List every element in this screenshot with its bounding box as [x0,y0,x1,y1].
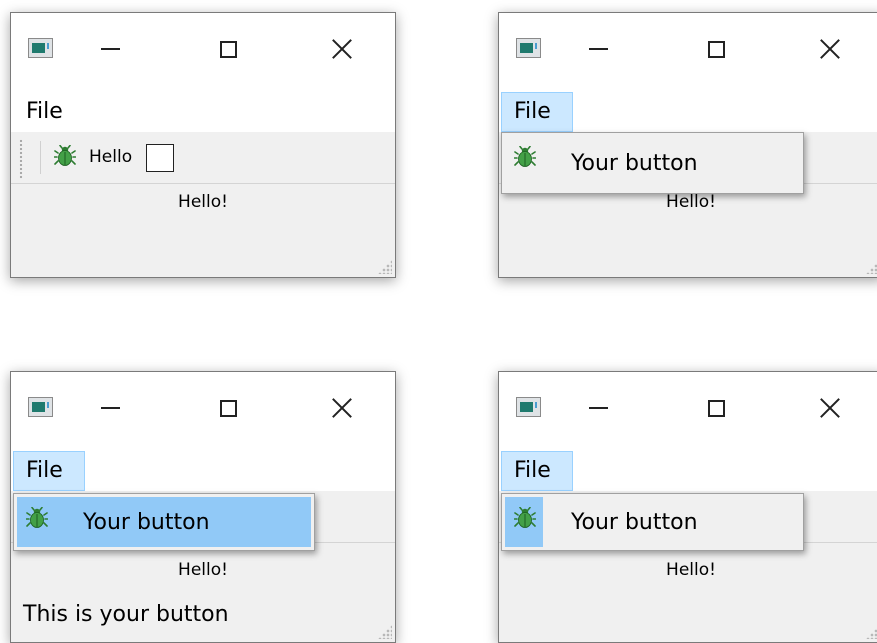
menu-file[interactable]: File [13,451,85,491]
toolbar-grip-handle[interactable] [19,139,23,179]
menu-bar: File [499,86,877,132]
size-grip[interactable] [866,260,877,274]
close-button[interactable] [324,32,360,66]
maximize-icon [219,399,237,417]
file-menu-popup: Your button [501,132,804,194]
menu-item-icon-cell [505,497,543,547]
title-bar[interactable] [11,372,395,445]
menu-item-your-button[interactable]: Your button [505,497,800,547]
toolbar-hello-label[interactable]: Hello [89,146,132,168]
menu-item-icon-cell [505,136,543,190]
menu-file[interactable]: File [501,92,573,132]
minimize-button[interactable] [580,391,616,425]
app-window-4: File Hello! Your button [498,371,877,643]
app-window-icon [28,397,53,417]
app-window-icon [516,397,541,417]
menu-item-your-button[interactable]: Your button [505,136,800,190]
toolbar: Hello [11,132,395,184]
menu-item-label: Your button [571,151,698,176]
title-bar[interactable] [499,13,877,86]
maximize-button[interactable] [698,32,734,66]
size-grip[interactable] [866,625,877,639]
app-window-1: File Hello Hello! [10,12,396,278]
toolbar-checkbox[interactable] [146,144,174,172]
close-icon [819,38,841,60]
maximize-icon [707,40,725,58]
menu-item-your-button[interactable]: Your button [17,497,311,547]
menu-item-label: Your button [571,510,698,535]
app-window-2: File Hello! Your button [498,12,877,278]
file-menu-popup: Your button [501,493,804,551]
close-icon [331,38,353,60]
menu-bar: File [11,445,395,491]
close-button[interactable] [812,32,848,66]
menu-file[interactable]: File [501,451,573,491]
close-button[interactable] [812,391,848,425]
menu-bar: File [11,86,395,132]
menu-item-icon-cell [17,497,55,547]
file-menu-popup: Your button [13,493,315,551]
toolbar-separator [40,141,41,174]
menu-file[interactable]: File [13,92,85,132]
bug-icon [514,146,536,168]
bug-icon [26,507,48,529]
maximize-icon [707,399,725,417]
maximize-icon [219,40,237,58]
minimize-icon [588,407,608,409]
close-icon [331,397,353,419]
central-label: Hello! [666,560,716,580]
title-bar[interactable] [499,372,877,445]
app-window-3: File Hello! This is your button Your but… [10,371,396,643]
menu-item-label: Your button [83,510,210,535]
size-grip[interactable] [378,260,392,274]
title-bar[interactable] [11,13,395,86]
minimize-button[interactable] [92,391,128,425]
app-window-icon [516,38,541,58]
maximize-button[interactable] [210,32,246,66]
menu-bar: File [499,445,877,491]
app-window-icon [28,38,53,58]
close-icon [819,397,841,419]
minimize-button[interactable] [92,32,128,66]
minimize-icon [100,48,120,50]
minimize-icon [588,48,608,50]
minimize-button[interactable] [580,32,616,66]
central-label: Hello! [178,560,228,580]
bug-icon [514,507,536,529]
close-button[interactable] [324,391,360,425]
maximize-button[interactable] [210,391,246,425]
central-label: Hello! [178,192,228,212]
bug-icon[interactable] [54,145,76,167]
maximize-button[interactable] [698,391,734,425]
status-bar-message: This is your button [23,602,229,627]
minimize-icon [100,407,120,409]
